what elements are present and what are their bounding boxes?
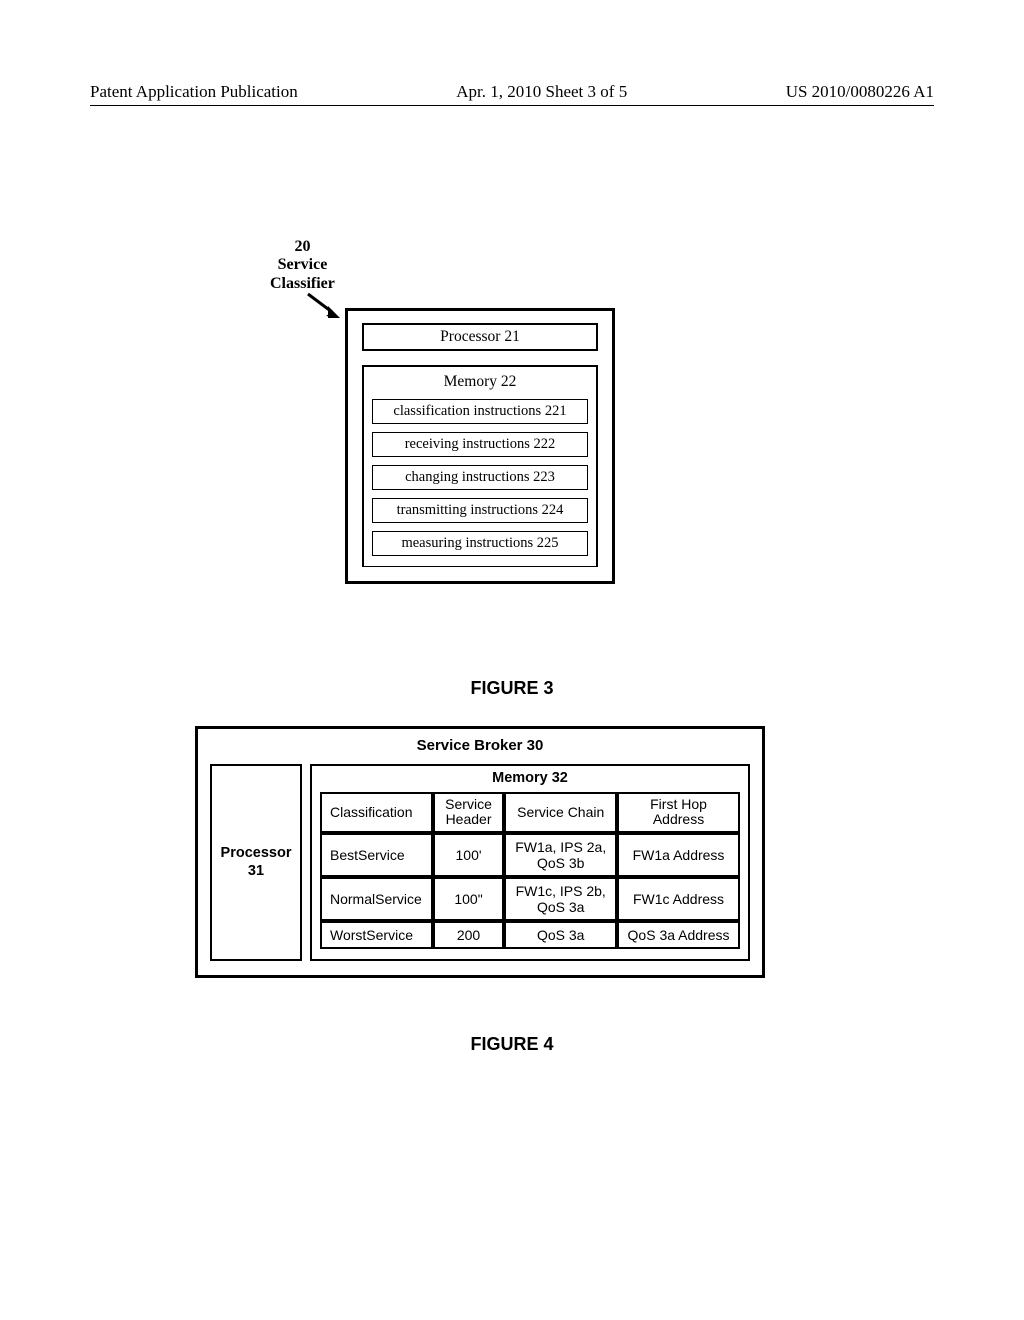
fig4-caption: FIGURE 4: [0, 1034, 1024, 1055]
header-left: Patent Application Publication: [90, 82, 298, 102]
fig4-processor-box: Processor 31: [210, 764, 302, 961]
cell-classification: NormalService: [320, 877, 433, 921]
fig4-service-broker-box: Service Broker 30 Processor 31 Memory 32…: [195, 726, 765, 978]
table-row: NormalService 100" FW1c, IPS 2b, QoS 3a …: [320, 877, 740, 921]
fig3-instruction-item: transmitting instructions 224: [372, 498, 588, 523]
fig3-instruction-item: receiving instructions 222: [372, 432, 588, 457]
fig3-memory-title: Memory 22: [372, 373, 588, 391]
arrow-icon: [306, 292, 346, 322]
cell-header: 100': [433, 833, 505, 877]
col-service-chain: Service Chain: [504, 792, 617, 833]
fig3-processor-label: Processor 21: [440, 328, 520, 345]
table-header-row: Classification Service Header Service Ch…: [320, 792, 740, 833]
fig4-table: Classification Service Header Service Ch…: [320, 792, 740, 949]
fig3-label-service: Service: [270, 256, 335, 274]
cell-header: 100": [433, 877, 505, 921]
fig3-memory-box: Memory 22 classification instructions 22…: [362, 365, 598, 567]
cell-firsthop: FW1a Address: [617, 833, 740, 877]
table-row: WorstService 200 QoS 3a QoS 3a Address: [320, 921, 740, 949]
cell-header: 200: [433, 921, 505, 949]
fig4-memory-box: Memory 32 Classification Service Header …: [310, 764, 750, 961]
page-header: Patent Application Publication Apr. 1, 2…: [90, 82, 934, 106]
cell-firsthop: FW1c Address: [617, 877, 740, 921]
col-first-hop: First Hop Address: [617, 792, 740, 833]
col-classification: Classification: [320, 792, 433, 833]
cell-chain: FW1a, IPS 2a, QoS 3b: [504, 833, 617, 877]
cell-classification: BestService: [320, 833, 433, 877]
cell-firsthop: QoS 3a Address: [617, 921, 740, 949]
fig4-title: Service Broker 30: [210, 737, 750, 754]
table-row: BestService 100' FW1a, IPS 2a, QoS 3b FW…: [320, 833, 740, 877]
fig4-body: Processor 31 Memory 32 Classification Se…: [210, 764, 750, 961]
header-center: Apr. 1, 2010 Sheet 3 of 5: [456, 82, 627, 102]
header-right: US 2010/0080226 A1: [786, 82, 934, 102]
cell-chain: QoS 3a: [504, 921, 617, 949]
fig3-instruction-item: classification instructions 221: [372, 399, 588, 424]
fig3-caption: FIGURE 3: [0, 678, 1024, 699]
fig3-processor-box: Processor 21: [362, 323, 598, 351]
fig3-classifier-label: 20 Service Classifier: [270, 238, 335, 293]
fig3-service-classifier-box: Processor 21 Memory 22 classification in…: [345, 308, 615, 584]
cell-chain: FW1c, IPS 2b, QoS 3a: [504, 877, 617, 921]
col-service-header: Service Header: [433, 792, 505, 833]
fig4-processor-label: Processor 31: [212, 845, 300, 880]
fig3-instruction-item: measuring instructions 225: [372, 531, 588, 556]
fig3-label-classifier: Classifier: [270, 275, 335, 293]
cell-classification: WorstService: [320, 921, 433, 949]
fig3-instruction-item: changing instructions 223: [372, 465, 588, 490]
fig3-label-num: 20: [270, 238, 335, 256]
fig4-memory-title: Memory 32: [320, 770, 740, 786]
